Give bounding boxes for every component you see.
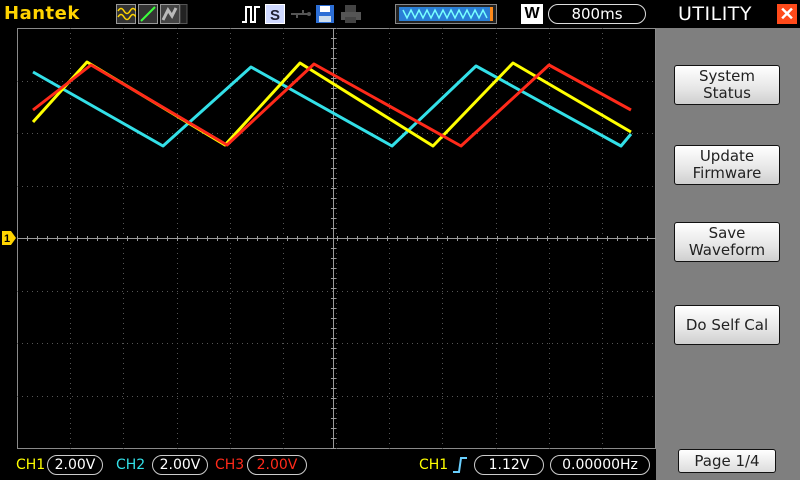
persist-icon[interactable]	[160, 4, 188, 24]
bottom-status-bar: CH1 2.00V CH2 2.00V CH3 2.00V CH1 1.12V …	[0, 449, 656, 480]
trigger-level[interactable]: 1.12V	[474, 455, 544, 475]
do-self-cal-button[interactable]: Do Self Cal	[674, 305, 780, 345]
ch1-scale[interactable]: 2.00V	[47, 455, 103, 475]
brand-logo: Hantek	[4, 3, 80, 24]
button-label-line2: Firmware	[692, 164, 762, 182]
button-label-line2: Status	[703, 84, 751, 102]
timebase-mode-badge: W	[521, 4, 543, 24]
panel-header: UTILITY ✕	[656, 0, 800, 28]
button-label-line1: System	[699, 67, 755, 85]
ch1-label: CH1	[16, 457, 46, 473]
button-label-line1: Save	[708, 224, 746, 242]
update-firmware-button[interactable]: Update Firmware	[674, 145, 780, 185]
usb-icon	[289, 4, 313, 24]
button-label-line2: Waveform	[688, 241, 766, 259]
timebase-readout[interactable]: 800ms	[548, 4, 646, 24]
panel-title: UTILITY	[678, 3, 753, 25]
button-label-line1: Update	[699, 147, 755, 165]
waveform-grid	[17, 28, 656, 449]
stop-s-icon: S	[265, 4, 285, 24]
utility-menu-panel: UTILITY ✕ System Status Update Firmware …	[656, 0, 800, 480]
page-button[interactable]: Page 1/4	[678, 449, 776, 473]
trigger-source-label: CH1	[419, 457, 449, 473]
system-status-button[interactable]: System Status	[674, 65, 780, 105]
ch3-label: CH3	[215, 457, 245, 473]
ch1-marker-label: 1	[4, 233, 10, 245]
ch2-label: CH2	[116, 457, 146, 473]
rising-edge-icon	[453, 457, 467, 473]
svg-text:S: S	[270, 7, 280, 24]
trigger-frequency: 0.00000Hz	[550, 455, 650, 475]
wave-mode-icon[interactable]	[116, 4, 136, 24]
ch3-scale[interactable]: 2.00V	[247, 455, 307, 475]
trigger-pulse-icon	[240, 4, 262, 24]
waveform-display[interactable]	[17, 28, 656, 449]
ch2-scale[interactable]: 2.00V	[152, 455, 208, 475]
print-icon[interactable]	[340, 4, 362, 24]
top-status-bar: Hantek S W 800ms	[0, 0, 656, 28]
button-label-line1: Do Self Cal	[685, 315, 769, 334]
ch1-level-marker[interactable]: 1	[2, 231, 16, 245]
save-waveform-button[interactable]: Save Waveform	[674, 222, 780, 262]
dot-mode-icon[interactable]	[138, 4, 158, 24]
save-disk-icon[interactable]	[315, 4, 335, 24]
memory-bar-icon	[395, 4, 497, 24]
close-icon[interactable]: ✕	[777, 4, 797, 24]
